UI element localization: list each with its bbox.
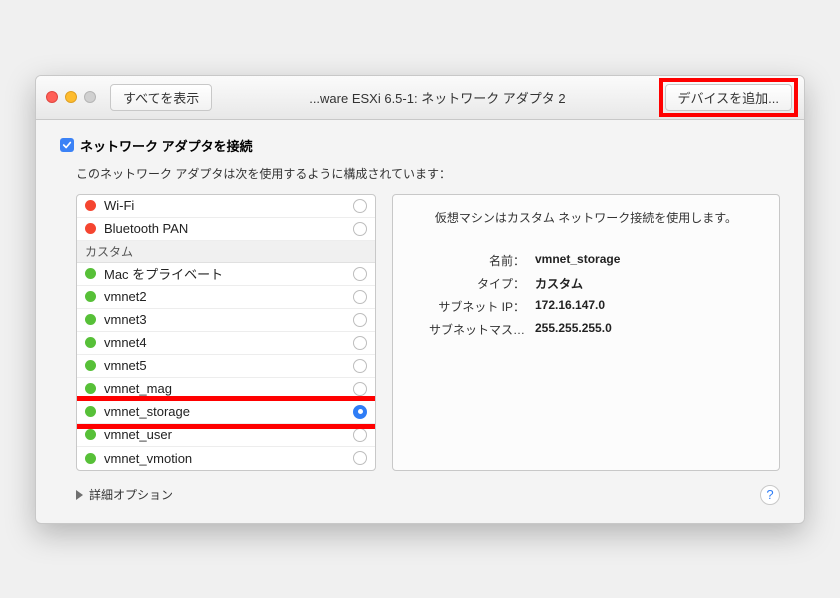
radio-button[interactable] xyxy=(353,451,367,465)
info-key: サブネット IP： xyxy=(409,298,525,315)
list-item-label: vmnet3 xyxy=(104,312,345,327)
info-key: タイプ： xyxy=(409,275,525,292)
list-item[interactable]: vmnet_vmotion xyxy=(77,447,375,470)
status-dot-icon xyxy=(85,383,96,394)
list-item-selected[interactable]: vmnet_storage xyxy=(77,401,375,424)
radio-button[interactable] xyxy=(353,428,367,442)
info-value: 172.16.147.0 xyxy=(535,298,605,315)
window-controls xyxy=(46,91,96,103)
info-row: タイプ： カスタム xyxy=(409,275,763,292)
list-item-label: vmnet_user xyxy=(104,427,345,442)
settings-window: すべてを表示 ...ware ESXi 6.5-1: ネットワーク アダプタ 2… xyxy=(35,75,805,524)
info-panel: 仮想マシンはカスタム ネットワーク接続を使用します。 名前： vmnet_sto… xyxy=(392,194,780,471)
minimize-icon[interactable] xyxy=(65,91,77,103)
status-dot-icon xyxy=(85,360,96,371)
connect-adapter-row[interactable]: ネットワーク アダプタを接続 xyxy=(60,136,780,155)
list-item-label: Mac をプライベート xyxy=(104,264,345,283)
list-item[interactable]: vmnet4 xyxy=(77,332,375,355)
triangle-right-icon xyxy=(76,490,83,500)
status-dot-icon xyxy=(85,337,96,348)
list-item[interactable]: vmnet_user xyxy=(77,424,375,447)
radio-button[interactable] xyxy=(353,359,367,373)
radio-button[interactable] xyxy=(353,199,367,213)
titlebar: すべてを表示 ...ware ESXi 6.5-1: ネットワーク アダプタ 2… xyxy=(36,76,804,120)
connect-adapter-checkbox[interactable] xyxy=(60,138,74,152)
list-item-label: vmnet_storage xyxy=(104,404,345,419)
zoom-icon xyxy=(84,91,96,103)
close-icon[interactable] xyxy=(46,91,58,103)
status-dot-icon xyxy=(85,406,96,417)
list-item-label: vmnet4 xyxy=(104,335,345,350)
list-item-label: Wi-Fi xyxy=(104,198,345,213)
status-dot-icon xyxy=(85,429,96,440)
list-item[interactable]: vmnet5 xyxy=(77,355,375,378)
list-item[interactable]: Wi-Fi xyxy=(77,195,375,218)
list-item[interactable]: vmnet_mag xyxy=(77,378,375,401)
radio-button[interactable] xyxy=(353,267,367,281)
radio-button[interactable] xyxy=(353,313,367,327)
radio-button[interactable] xyxy=(353,290,367,304)
window-title: ...ware ESXi 6.5-1: ネットワーク アダプタ 2 xyxy=(220,88,654,107)
info-value: vmnet_storage xyxy=(535,252,620,269)
info-key: サブネットマス… xyxy=(409,321,525,338)
list-item[interactable]: vmnet2 xyxy=(77,286,375,309)
list-item-label: vmnet_vmotion xyxy=(104,451,345,466)
info-row: 名前： vmnet_storage xyxy=(409,252,763,269)
advanced-options-toggle[interactable]: 詳細オプション xyxy=(76,486,173,503)
adapter-description: このネットワーク アダプタは次を使用するように構成されています： xyxy=(76,165,780,182)
radio-button[interactable] xyxy=(353,382,367,396)
content: ネットワーク アダプタを接続 このネットワーク アダプタは次を使用するように構成… xyxy=(36,120,804,523)
info-key: 名前： xyxy=(409,252,525,269)
status-dot-icon xyxy=(85,314,96,325)
list-item[interactable]: Bluetooth PAN xyxy=(77,218,375,241)
status-dot-icon xyxy=(85,453,96,464)
radio-button[interactable] xyxy=(353,222,367,236)
list-item-label: vmnet5 xyxy=(104,358,345,373)
bottom-row: 詳細オプション ? xyxy=(76,485,780,505)
group-header-custom: カスタム xyxy=(77,241,375,263)
list-item[interactable]: Mac をプライベート xyxy=(77,263,375,286)
list-item-label: Bluetooth PAN xyxy=(104,221,345,236)
status-dot-icon xyxy=(85,268,96,279)
info-value: 255.255.255.0 xyxy=(535,321,612,338)
status-dot-icon xyxy=(85,223,96,234)
info-description: 仮想マシンはカスタム ネットワーク接続を使用します。 xyxy=(409,209,763,226)
list-item[interactable]: vmnet3 xyxy=(77,309,375,332)
highlight-add-device: デバイスを追加... xyxy=(659,78,798,117)
list-item-label: vmnet2 xyxy=(104,289,345,304)
list-item-label: vmnet_mag xyxy=(104,381,345,396)
add-device-button[interactable]: デバイスを追加... xyxy=(665,84,792,111)
radio-button[interactable] xyxy=(353,405,367,419)
radio-button[interactable] xyxy=(353,336,367,350)
info-value: カスタム xyxy=(535,275,583,292)
connect-adapter-label: ネットワーク アダプタを接続 xyxy=(80,136,253,155)
info-row: サブネット IP： 172.16.147.0 xyxy=(409,298,763,315)
status-dot-icon xyxy=(85,200,96,211)
show-all-button[interactable]: すべてを表示 xyxy=(110,84,212,111)
status-dot-icon xyxy=(85,291,96,302)
help-button[interactable]: ? xyxy=(760,485,780,505)
network-list: Wi-Fi Bluetooth PAN カスタム Mac をプライベート vmn… xyxy=(76,194,376,471)
info-row: サブネットマス… 255.255.255.0 xyxy=(409,321,763,338)
advanced-options-label: 詳細オプション xyxy=(89,486,173,503)
